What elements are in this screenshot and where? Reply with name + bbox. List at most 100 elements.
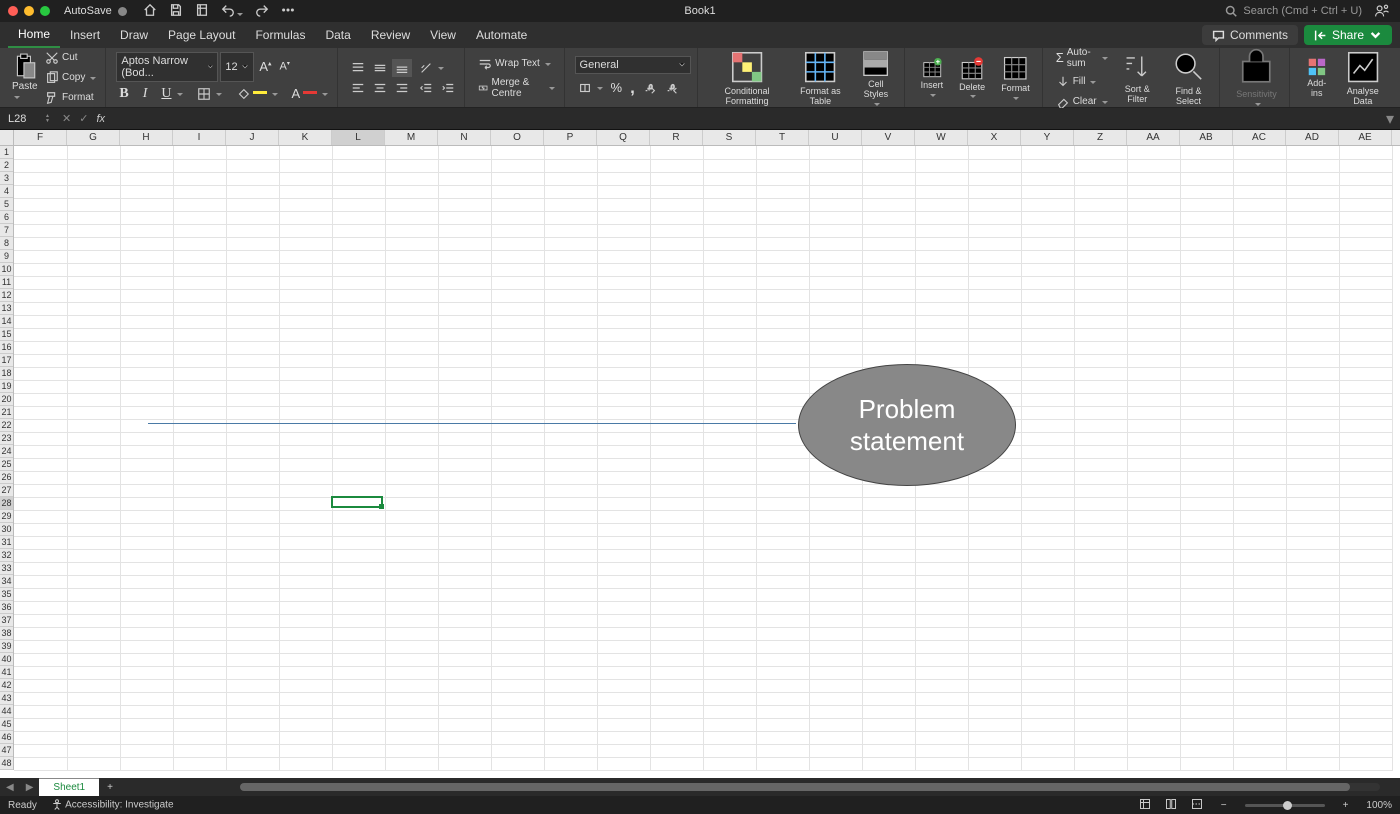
cell[interactable] — [279, 159, 332, 172]
cell[interactable] — [597, 679, 650, 692]
cell[interactable] — [1286, 302, 1339, 315]
cell[interactable] — [173, 328, 226, 341]
cell[interactable] — [332, 211, 385, 224]
row-header[interactable]: 38 — [0, 627, 13, 640]
row-header[interactable]: 18 — [0, 367, 13, 380]
column-header[interactable]: V — [862, 130, 915, 145]
cell[interactable] — [703, 172, 756, 185]
cell[interactable] — [1339, 198, 1392, 211]
cell[interactable] — [597, 588, 650, 601]
tab-data[interactable]: Data — [315, 22, 360, 48]
cell[interactable] — [67, 679, 120, 692]
cell[interactable] — [1233, 718, 1286, 731]
cell[interactable] — [650, 146, 703, 159]
cell[interactable] — [332, 614, 385, 627]
cell[interactable] — [809, 289, 862, 302]
cell[interactable] — [1233, 705, 1286, 718]
cell[interactable] — [862, 276, 915, 289]
cell[interactable] — [968, 510, 1021, 523]
cell[interactable] — [332, 237, 385, 250]
cell[interactable] — [1074, 146, 1127, 159]
cell[interactable] — [1233, 172, 1286, 185]
cell[interactable] — [385, 328, 438, 341]
cell[interactable] — [1021, 666, 1074, 679]
cell[interactable] — [1074, 562, 1127, 575]
row-header[interactable]: 43 — [0, 692, 13, 705]
cell[interactable] — [14, 653, 67, 666]
cell[interactable] — [544, 445, 597, 458]
cell[interactable] — [1233, 510, 1286, 523]
tab-page-layout[interactable]: Page Layout — [158, 22, 245, 48]
column-header[interactable]: Y — [1021, 130, 1074, 145]
cell[interactable] — [1021, 406, 1074, 419]
cell[interactable] — [385, 627, 438, 640]
search-field[interactable]: Search (Cmd + Ctrl + U) — [1225, 5, 1362, 17]
cell[interactable] — [332, 653, 385, 666]
cell[interactable] — [1074, 419, 1127, 432]
cell[interactable] — [385, 237, 438, 250]
font-size-select[interactable]: 12 — [220, 52, 254, 82]
cell[interactable] — [385, 757, 438, 770]
cell[interactable] — [173, 562, 226, 575]
cell[interactable] — [385, 315, 438, 328]
cell[interactable] — [809, 159, 862, 172]
cell[interactable] — [120, 159, 173, 172]
cell[interactable] — [915, 536, 968, 549]
cell[interactable] — [332, 445, 385, 458]
cell[interactable] — [67, 692, 120, 705]
cell[interactable] — [438, 393, 491, 406]
copy-button[interactable]: Copy — [42, 69, 99, 87]
cell[interactable] — [67, 341, 120, 354]
cell[interactable] — [120, 757, 173, 770]
cell[interactable] — [1180, 276, 1233, 289]
cell[interactable] — [491, 757, 544, 770]
cell[interactable] — [1180, 588, 1233, 601]
cell[interactable] — [1021, 367, 1074, 380]
cell[interactable] — [1074, 250, 1127, 263]
cell[interactable] — [120, 458, 173, 471]
cell[interactable] — [915, 744, 968, 757]
cell[interactable] — [1074, 380, 1127, 393]
cell[interactable] — [544, 406, 597, 419]
addins-button[interactable]: Add-ins — [1300, 48, 1334, 107]
wrap-text-button[interactable]: Wrap Text — [475, 55, 557, 73]
cell[interactable] — [1127, 302, 1180, 315]
cell[interactable] — [120, 679, 173, 692]
cell[interactable] — [597, 666, 650, 679]
cell[interactable] — [1233, 575, 1286, 588]
cell[interactable] — [438, 510, 491, 523]
row-header[interactable]: 19 — [0, 380, 13, 393]
autosave-toggle[interactable]: AutoSave — [64, 5, 127, 17]
cell[interactable] — [1074, 432, 1127, 445]
cell[interactable] — [1233, 432, 1286, 445]
cell[interactable] — [226, 393, 279, 406]
cell[interactable] — [1074, 367, 1127, 380]
cell[interactable] — [1286, 367, 1339, 380]
cell[interactable] — [1074, 692, 1127, 705]
cell[interactable] — [67, 198, 120, 211]
cell[interactable] — [703, 744, 756, 757]
cell[interactable] — [1127, 523, 1180, 536]
row-header[interactable]: 26 — [0, 471, 13, 484]
cell[interactable] — [756, 315, 809, 328]
cell[interactable] — [703, 575, 756, 588]
cell[interactable] — [915, 653, 968, 666]
cell[interactable] — [14, 575, 67, 588]
cell[interactable] — [14, 445, 67, 458]
cell[interactable] — [1233, 315, 1286, 328]
cell[interactable] — [438, 497, 491, 510]
cell[interactable] — [173, 198, 226, 211]
cell[interactable] — [279, 705, 332, 718]
cell[interactable] — [650, 510, 703, 523]
row-header[interactable]: 14 — [0, 315, 13, 328]
cell[interactable] — [226, 718, 279, 731]
cell[interactable] — [67, 536, 120, 549]
cell[interactable] — [332, 380, 385, 393]
cell[interactable] — [226, 731, 279, 744]
cell[interactable] — [438, 731, 491, 744]
row-header[interactable]: 47 — [0, 744, 13, 757]
cell[interactable] — [809, 198, 862, 211]
cell[interactable] — [491, 679, 544, 692]
cell[interactable] — [67, 367, 120, 380]
cell[interactable] — [703, 510, 756, 523]
